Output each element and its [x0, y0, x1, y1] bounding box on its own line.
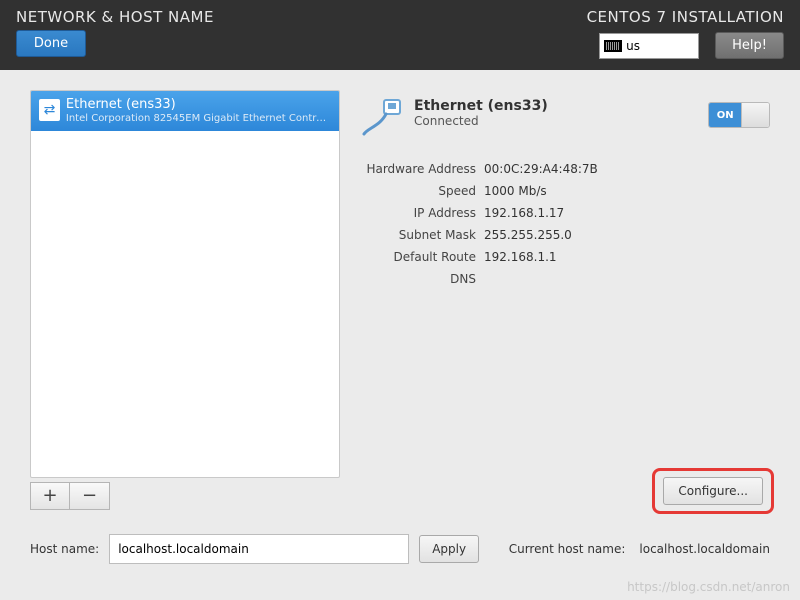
toggle-knob	[741, 103, 769, 127]
hw-value: 00:0C:29:A4:48:7B	[484, 162, 598, 176]
add-interface-button[interactable]: +	[30, 482, 70, 510]
keyboard-icon	[604, 40, 622, 52]
ip-label: IP Address	[360, 206, 484, 220]
route-value: 192.168.1.1	[484, 250, 557, 264]
mask-label: Subnet Mask	[360, 228, 484, 242]
dns-label: DNS	[360, 272, 484, 286]
network-interface-item[interactable]: ⇄ Ethernet (ens33) Intel Corporation 825…	[31, 91, 339, 131]
ethernet-icon: ⇄	[39, 99, 60, 121]
keyboard-layout-text: us	[626, 39, 640, 53]
network-interface-list[interactable]: ⇄ Ethernet (ens33) Intel Corporation 825…	[30, 90, 340, 478]
interface-toggle[interactable]: ON	[708, 102, 770, 128]
help-button[interactable]: Help!	[715, 32, 784, 59]
remove-interface-button[interactable]: −	[70, 482, 110, 510]
connection-status: Connected	[414, 114, 548, 128]
current-hostname-value: localhost.localdomain	[639, 542, 770, 556]
configure-button[interactable]: Configure...	[663, 477, 763, 505]
interface-name: Ethernet (ens33)	[66, 97, 331, 113]
done-button[interactable]: Done	[16, 30, 86, 57]
ethernet-cable-icon	[360, 98, 404, 138]
current-hostname-label: Current host name:	[509, 542, 626, 556]
apply-button[interactable]: Apply	[419, 535, 479, 563]
mask-value: 255.255.255.0	[484, 228, 572, 242]
installer-title: CENTOS 7 INSTALLATION	[587, 8, 784, 26]
hostname-input[interactable]	[109, 534, 409, 564]
watermark: https://blog.csdn.net/anron	[627, 580, 790, 594]
speed-label: Speed	[360, 184, 484, 198]
detail-interface-name: Ethernet (ens33)	[414, 98, 548, 114]
interface-desc: Intel Corporation 82545EM Gigabit Ethern…	[66, 113, 331, 125]
hw-label: Hardware Address	[360, 162, 484, 176]
configure-highlight: Configure...	[652, 468, 774, 514]
route-label: Default Route	[360, 250, 484, 264]
keyboard-layout-indicator[interactable]: us	[599, 33, 699, 59]
page-title: NETWORK & HOST NAME	[16, 8, 214, 26]
hostname-label: Host name:	[30, 542, 99, 556]
ip-value: 192.168.1.17	[484, 206, 564, 220]
speed-value: 1000 Mb/s	[484, 184, 547, 198]
toggle-on-label: ON	[709, 103, 741, 127]
